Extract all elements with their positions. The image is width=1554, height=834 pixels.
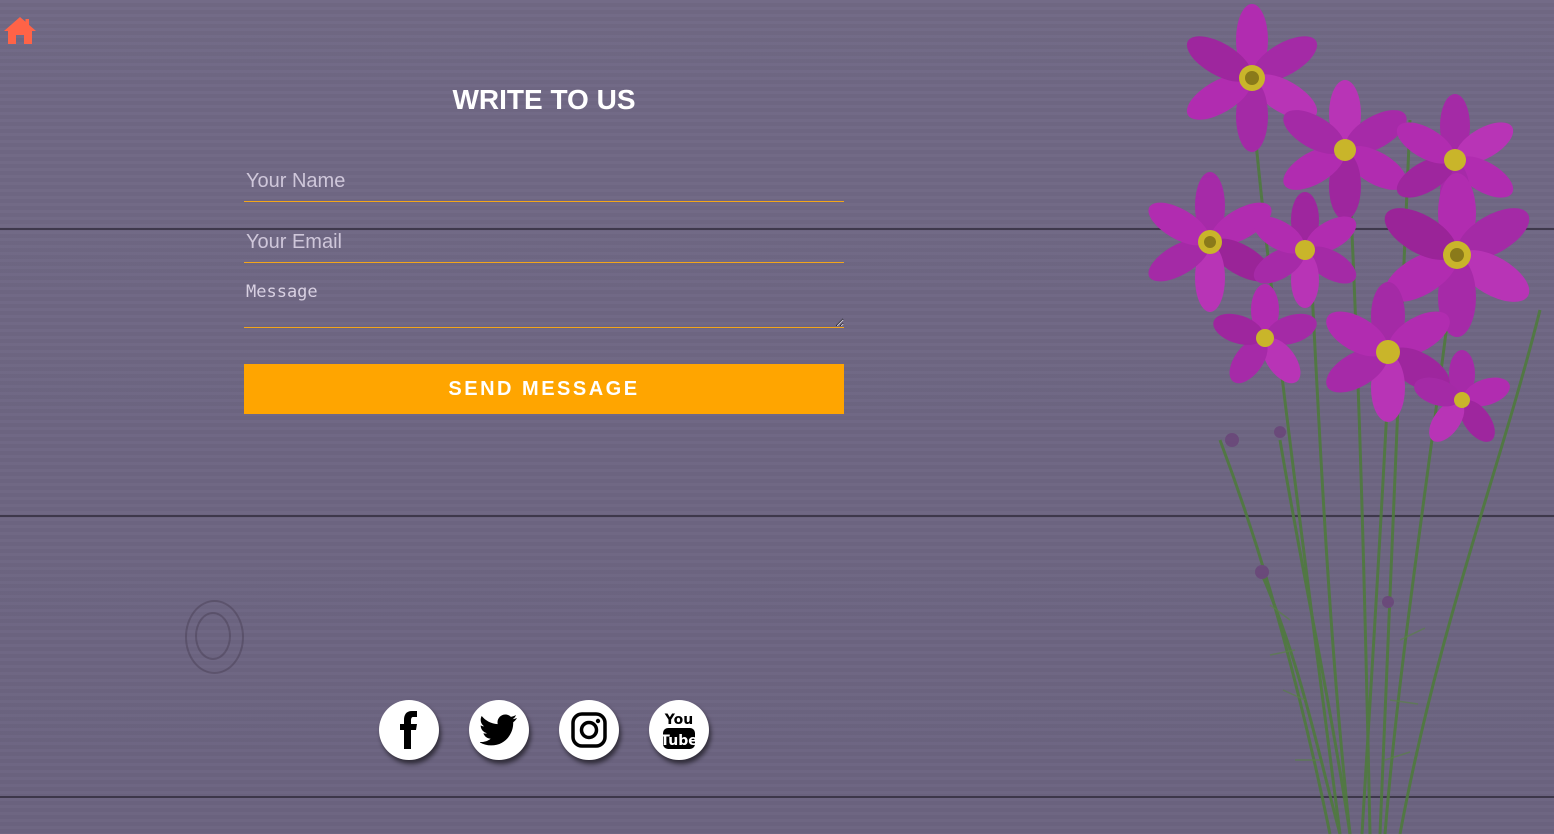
message-textarea[interactable] — [244, 280, 844, 328]
home-icon[interactable] — [3, 15, 37, 45]
facebook-link[interactable] — [379, 700, 439, 760]
email-input[interactable] — [244, 223, 844, 263]
twitter-icon — [480, 714, 517, 746]
youtube-icon: You Tube — [661, 712, 697, 749]
svg-text:Tube: Tube — [661, 733, 697, 749]
instagram-link[interactable] — [559, 700, 619, 760]
facebook-icon — [400, 711, 417, 749]
name-input[interactable] — [244, 162, 844, 202]
instagram-icon — [571, 712, 607, 748]
svg-text:You: You — [664, 712, 693, 728]
send-message-button[interactable]: SEND MESSAGE — [244, 364, 844, 414]
wood-knot — [195, 612, 231, 660]
youtube-link[interactable]: You Tube — [649, 700, 709, 760]
twitter-link[interactable] — [469, 700, 529, 760]
page-title: WRITE TO US — [452, 84, 636, 115]
flower-bouquet-image — [1148, 4, 1542, 834]
